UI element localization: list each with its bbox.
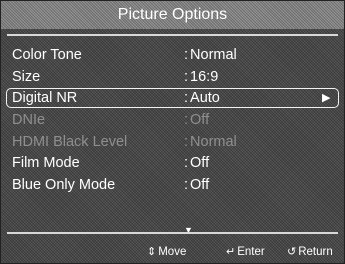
menu-item-label: Film Mode — [12, 155, 80, 172]
menu-item-film-mode[interactable]: Film Mode Off — [1, 153, 344, 175]
menu-title: Picture Options — [1, 1, 344, 29]
enter-hint: ↵ Enter — [226, 241, 265, 263]
menu-item-value: Normal — [184, 45, 237, 67]
return-hint: ↺ Return — [287, 241, 333, 263]
menu-item-value: Normal — [184, 132, 237, 154]
options-list: Color Tone Normal Size 16:9 Digital NR A… — [1, 45, 344, 197]
menu-item-value: Off — [184, 110, 209, 132]
menu-item-digital-nr[interactable]: Digital NR Auto ▶ — [1, 88, 344, 110]
up-down-arrow-icon: ⇕ — [147, 246, 157, 258]
bottom-divider — [7, 232, 338, 234]
picture-options-menu: Picture Options Color Tone Normal Size 1… — [0, 0, 345, 264]
menu-item-size[interactable]: Size 16:9 — [1, 67, 344, 89]
top-divider — [7, 34, 338, 36]
menu-item-label: Blue Only Mode — [12, 177, 116, 194]
menu-item-label: Size — [12, 68, 41, 85]
menu-item-value: Off — [184, 175, 209, 197]
menu-item-label: Digital NR — [12, 90, 78, 107]
menu-item-label: HDMI Black Level — [12, 133, 128, 150]
navigation-hints: ⇕ Move ↵ Enter ↺ Return — [1, 241, 344, 263]
menu-item-label: DNIe — [12, 112, 46, 129]
return-icon: ↺ — [287, 246, 297, 258]
return-label: Return — [298, 246, 333, 258]
menu-item-blue-only-mode[interactable]: Blue Only Mode Off — [1, 175, 344, 197]
move-label: Move — [158, 246, 187, 258]
enter-icon: ↵ — [226, 246, 236, 258]
menu-item-value: Off — [184, 153, 209, 175]
move-hint: ⇕ Move — [147, 241, 186, 263]
menu-item-hdmi-black-level: HDMI Black Level Normal — [1, 132, 344, 154]
menu-item-color-tone[interactable]: Color Tone Normal — [1, 45, 344, 67]
menu-item-value: Auto — [184, 88, 220, 110]
menu-item-dnie: DNIe Off — [1, 110, 344, 132]
submenu-arrow-icon: ▶ — [322, 92, 331, 105]
menu-item-value: 16:9 — [184, 67, 218, 89]
menu-item-label: Color Tone — [12, 47, 82, 63]
enter-label: Enter — [237, 246, 265, 258]
